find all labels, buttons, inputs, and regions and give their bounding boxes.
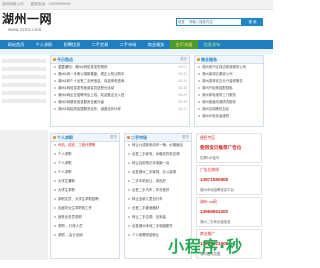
list-item[interactable]: 转让二手空调，包安装 — [125, 215, 191, 220]
list-item[interactable]: 个人求职 — [51, 170, 119, 175]
news-more-link[interactable]: 更多 — [180, 56, 187, 63]
left-column-placeholder — [0, 55, 48, 125]
search-box: 信息 — [176, 18, 242, 26]
ad-line: 便民专区 — [200, 136, 216, 140]
logo-url: www.zz01.com — [8, 27, 42, 32]
ad-block[interactable]: 广告位热线 13971580808 湖州本地招聘信息平台 — [196, 165, 262, 195]
ad-line: 13971580808 — [200, 177, 229, 182]
search-button[interactable]: 搜 索 — [242, 18, 263, 26]
list-item[interactable]: 求职 -- 行政人员 — [51, 224, 119, 229]
bullet-icon — [53, 58, 56, 61]
watermark: 小程序·秒 — [168, 237, 244, 256]
left-line — [2, 59, 46, 63]
list-item[interactable]: 湖州管道疏通清洗服务 — [195, 100, 263, 105]
list-item[interactable]: 湖州开锁换锁配钥匙 — [195, 86, 263, 91]
list-item[interactable]: 湖州水电安装维修 — [195, 114, 263, 119]
trade-panel-header: 二手市场 更多 — [125, 134, 191, 142]
nav-item-jobseek[interactable]: 个人求职 — [30, 40, 58, 49]
list-item[interactable]: 湖州1网便民信息服务全面升级 08-28 — [51, 100, 189, 105]
left-category-column — [0, 130, 48, 260]
left-line — [2, 67, 46, 71]
search-category-select[interactable]: 信息 — [178, 19, 185, 25]
search-input[interactable] — [177, 19, 241, 25]
bullet-icon — [197, 58, 200, 61]
list-item[interactable]: 出售二手家电，冰箱洗衣机空调 — [125, 152, 191, 157]
list-item[interactable]: 大学生兼职 — [51, 179, 119, 184]
jobseek-more-link[interactable]: 更多 — [110, 134, 117, 141]
jobseek-panel-title: 个人求职 — [57, 135, 73, 140]
list-item[interactable]: 转让九成新电动车一辆，价格面议 — [125, 143, 191, 148]
left-line — [2, 75, 46, 79]
list-item[interactable]: 转让全新儿童自行车 — [125, 197, 191, 202]
hotline: 客服电话：13999999999 — [30, 2, 71, 6]
left-line — [2, 83, 46, 87]
trade-more-link[interactable]: 更多 — [182, 134, 189, 141]
news-panel-header: 今日热点 更多 — [51, 56, 189, 64]
business-panel-header: 商业服务 — [195, 56, 263, 64]
list-item[interactable]: 出售二手汽车，车况良好 — [125, 188, 191, 193]
ad-line: 13968561000 — [200, 209, 229, 214]
top-bar: 湖州网络公司 客服电话：13999999999 — [0, 0, 273, 10]
logo-wordmark: 湖州一网 — [2, 12, 53, 26]
nav-item-market[interactable]: 二手市场 — [114, 40, 142, 49]
business-panel-title: 商业服务 — [201, 57, 217, 62]
ad-line: 仅需100金币 — [200, 156, 220, 160]
main-nav: 网站首页 个人求职 招聘信息 二手交易 二手市场 商业服务 金币充值 信息发布 — [0, 40, 273, 49]
company-name: 湖州网络公司 — [2, 2, 24, 6]
list-item[interactable]: 湖州1网个人出售二手房信息，欢迎来电咨询 08-31 — [51, 79, 189, 84]
nav-item-business[interactable]: 商业服务 — [142, 40, 170, 49]
left-line — [2, 91, 46, 95]
ad-block[interactable]: 湖州 nu网 13968561000 湖州二手房出租信息 — [196, 197, 262, 227]
list-item[interactable]: 二手手机转让，成色好 — [125, 179, 191, 184]
list-item[interactable]: 个人求职 — [51, 161, 119, 166]
list-item[interactable]: 湖州空调移机加氟 — [195, 107, 263, 112]
list-item[interactable]: 出售湖州本地二手电脑配件 — [125, 224, 191, 229]
bullet-icon — [127, 136, 130, 139]
news-panel: 今日热点 更多 重要通知：湖州1网信息发布规则 09-01 湖州1网一手房公寓新楼… — [50, 55, 190, 127]
list-item[interactable]: 应届毕业生求职找工作 — [51, 206, 119, 211]
list-item[interactable]: 销售业务员求职 — [51, 215, 119, 220]
bullet-icon — [53, 136, 56, 139]
list-item[interactable]: 湖州德清安吉长兴装修服务 — [195, 79, 263, 84]
ad-line: 湖州本地招聘信息平台 — [200, 188, 234, 192]
ad-line: 湖州二手房出租信息 — [200, 220, 231, 224]
list-item[interactable]: 湖州吴兴区保洁家政服务公司 — [195, 65, 263, 70]
trade-panel-title: 二手市场 — [131, 135, 147, 140]
list-item[interactable]: 湖州家电维修上门服务 — [195, 93, 263, 98]
list-item[interactable]: 求职文员、大学生求职招聘 — [51, 197, 119, 202]
left-line — [2, 99, 46, 103]
site-logo[interactable]: 湖州一网 www.zz01.com — [2, 10, 53, 38]
nav-item-recharge[interactable]: 金币充值 — [170, 40, 198, 49]
nav-subbar — [0, 49, 273, 54]
jobseek-panel: 个人求职 更多 司机、保安、工程代理等 个人求职 个人求职 个人求职 大学生兼职… — [50, 133, 120, 259]
list-item[interactable]: 出售二手健身器材 — [125, 206, 191, 211]
list-item[interactable]: 湖州南浔区搬家公司 — [195, 72, 263, 77]
business-panel: 商业服务 湖州吴兴区保洁家政服务公司 湖州南浔区搬家公司 湖州德清安吉长兴装修服… — [194, 55, 264, 127]
list-item[interactable]: 个人求职 — [51, 152, 119, 157]
list-item[interactable]: 转让自用笔记本电脑一台 — [125, 161, 191, 166]
nav-item-recruit[interactable]: 招聘信息 — [58, 40, 86, 49]
list-item[interactable]: 湖州1网招商加盟服务合作，诚邀合作伙伴 08-27 — [51, 107, 189, 112]
list-item[interactable]: 重要通知：湖州1网信息发布规则 09-01 — [51, 65, 189, 70]
list-item[interactable]: 湖州1网企业招聘专区上线，欢迎各企业入驻 08-29 — [51, 93, 189, 98]
list-item[interactable]: 大学生求职 — [51, 188, 119, 193]
nav-item-trade[interactable]: 二手交易 — [86, 40, 114, 49]
nav-item-post[interactable]: 信息发布 — [198, 40, 226, 49]
list-item[interactable]: 出售湖州二手家具，办公桌椅 — [125, 170, 191, 175]
list-item[interactable]: 求职 -- 会计出纳 — [51, 233, 119, 238]
ad-line: 湖州 nu网 — [200, 200, 217, 204]
news-panel-title: 今日热点 — [57, 57, 73, 62]
ad-line: 广告位热线 — [200, 168, 219, 172]
jobseek-panel-header: 个人求职 更多 — [51, 134, 119, 142]
list-item[interactable]: 湖州1网一手房公寓新楼盘，现正火热认购中 08-31 — [51, 72, 189, 77]
list-item[interactable]: 司机、保安、工程代理等 — [51, 143, 119, 148]
list-item[interactable]: 湖州1网信息发布免费会员送积分活动 08-30 — [51, 86, 189, 91]
ad-block[interactable]: 便民专区 使用宝贝推荐广告位 仅需100金币 — [196, 133, 262, 163]
ad-line: 使用宝贝推荐广告位 — [200, 145, 242, 150]
nav-item-home[interactable]: 网站首页 — [2, 40, 30, 49]
